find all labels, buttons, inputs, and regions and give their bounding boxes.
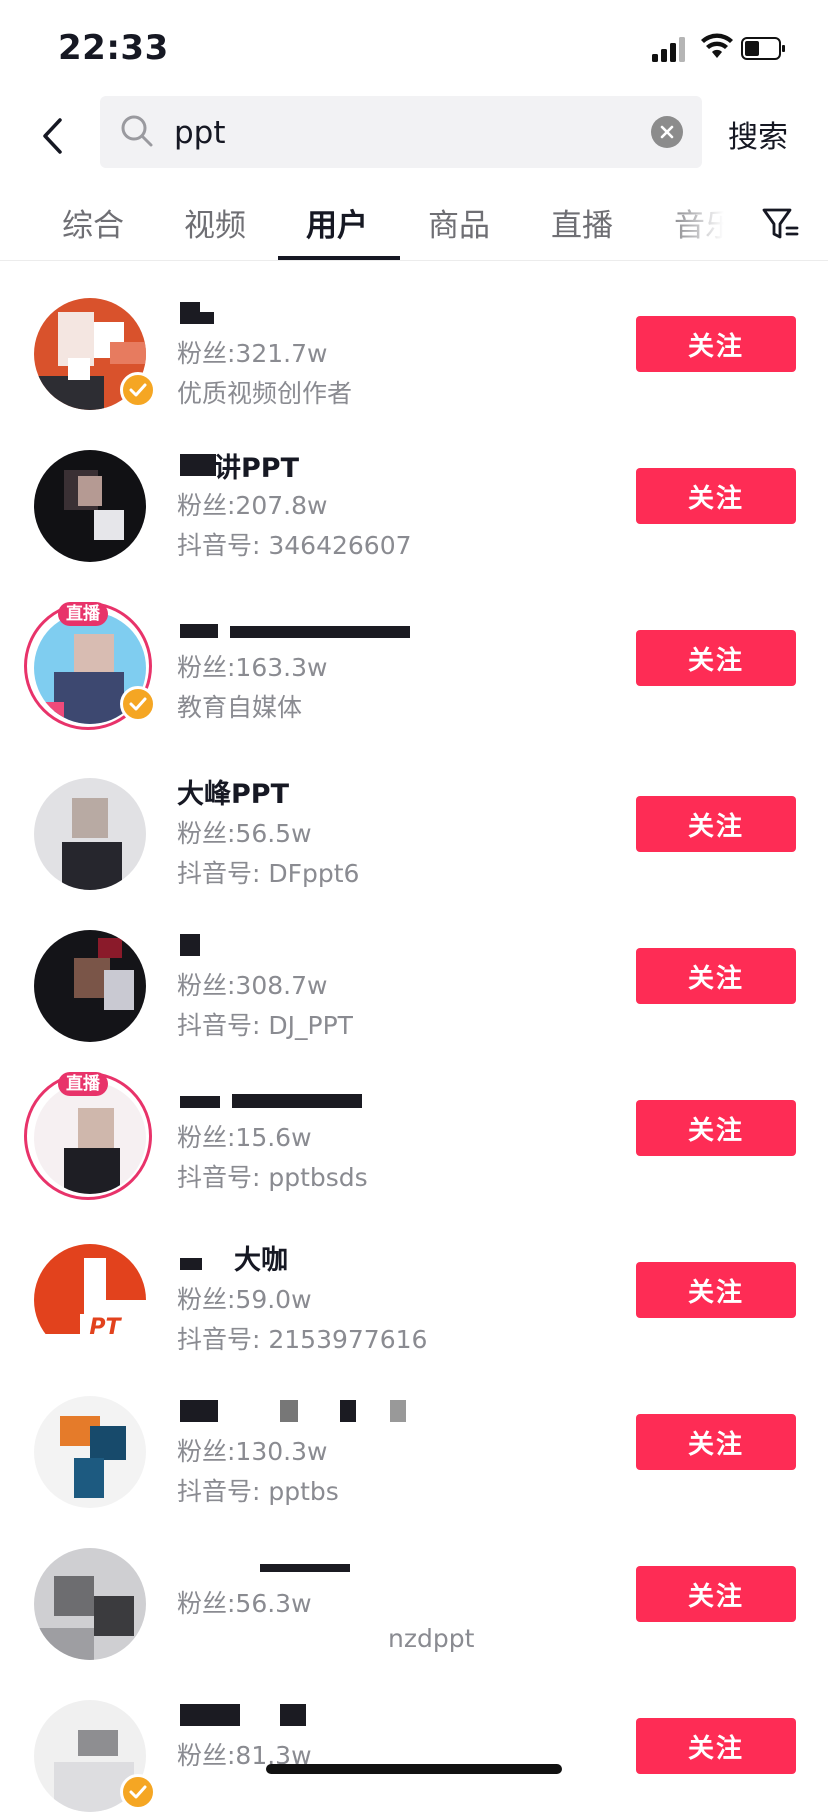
avatar[interactable] <box>34 450 146 562</box>
follow-button[interactable]: 关注 <box>636 1100 796 1156</box>
user-result-row[interactable]: 粉丝:56.3w nzdppt 关注 <box>0 1512 828 1664</box>
user-result-row[interactable]: 讲PPT 粉丝:207.8w 抖音号: 346426607 关注 <box>0 414 828 566</box>
back-button[interactable] <box>30 110 74 162</box>
tab-comprehensive[interactable]: 综合 <box>62 200 124 245</box>
fans-count: 粉丝:15.6w <box>177 1123 312 1152</box>
user-result-row[interactable]: 粉丝:130.3w 抖音号: pptbs 关注 <box>0 1360 828 1512</box>
search-row: 搜索 <box>0 96 828 178</box>
avatar[interactable] <box>34 930 146 1042</box>
clear-search-button[interactable] <box>651 116 683 148</box>
wifi-icon <box>701 33 733 58</box>
user-subinfo: 优质视频创作者 <box>177 379 353 408</box>
user-result-row[interactable]: PT 大咖 粉丝:59.0w 抖音号: 2153977616 关注 <box>0 1208 828 1360</box>
fans-count: 粉丝:56.3w <box>177 1589 312 1618</box>
nickname: 讲PPT <box>214 453 299 484</box>
follow-button[interactable]: 关注 <box>636 948 796 1004</box>
verified-badge-icon <box>120 372 156 408</box>
follow-button[interactable]: 关注 <box>636 796 796 852</box>
filter-icon[interactable] <box>760 204 800 244</box>
user-subinfo: 抖音号: 346426607 <box>177 531 412 560</box>
nickname: 大峰PPT <box>177 779 289 810</box>
search-button[interactable]: 搜索 <box>728 112 788 156</box>
avatar[interactable] <box>34 1548 146 1660</box>
follow-button[interactable]: 关注 <box>636 1262 796 1318</box>
user-subinfo: 抖音号: 2153977616 <box>177 1325 428 1354</box>
live-badge: 直播 <box>58 602 108 626</box>
user-result-row[interactable]: 大峰PPT 粉丝:56.5w 抖音号: DFppt6 关注 <box>0 742 828 894</box>
fans-count: 粉丝:130.3w <box>177 1437 328 1466</box>
fans-count: 粉丝:56.5w <box>177 819 312 848</box>
user-subinfo: nzdppt <box>388 1624 475 1653</box>
follow-button[interactable]: 关注 <box>636 630 796 686</box>
close-icon <box>660 125 674 139</box>
avatar[interactable] <box>34 778 146 890</box>
avatar[interactable] <box>34 1396 146 1508</box>
tab-fade <box>660 188 740 258</box>
live-badge: 直播 <box>58 1072 108 1096</box>
follow-button[interactable]: 关注 <box>636 1566 796 1622</box>
avatar[interactable]: PT <box>34 1244 146 1356</box>
user-result-row[interactable]: 粉丝:81.3w 关注 <box>0 1664 828 1816</box>
follow-button[interactable]: 关注 <box>636 316 796 372</box>
user-subinfo: 教育自媒体 <box>177 693 303 722</box>
user-subinfo: 抖音号: DJ_PPT <box>177 1011 353 1040</box>
battery-icon <box>741 37 785 60</box>
tab-products[interactable]: 商品 <box>428 200 490 245</box>
follow-button[interactable]: 关注 <box>636 1718 796 1774</box>
chevron-left-icon <box>43 118 62 154</box>
cellular-signal-icon <box>652 36 688 62</box>
fans-count: 粉丝:207.8w <box>177 491 328 520</box>
user-result-row[interactable]: 直播 粉丝:163.3w 教育自媒体 关注 <box>0 576 828 730</box>
user-subinfo: 抖音号: pptbsds <box>177 1163 368 1192</box>
avatar[interactable] <box>34 1082 146 1194</box>
tab-users[interactable]: 用户 <box>306 200 368 245</box>
tab-video[interactable]: 视频 <box>184 200 246 245</box>
nickname: 大咖 <box>234 1245 288 1276</box>
search-box[interactable] <box>100 96 702 168</box>
follow-button[interactable]: 关注 <box>636 468 796 524</box>
fans-count: 粉丝:163.3w <box>177 653 328 682</box>
user-subinfo: 抖音号: DFppt6 <box>177 859 360 888</box>
home-indicator <box>266 1764 562 1774</box>
tab-bar: 综合 视频 用户 商品 直播 音乐 <box>0 188 828 261</box>
user-result-row[interactable]: 粉丝:308.7w 抖音号: DJ_PPT 关注 <box>0 894 828 1046</box>
verified-badge-icon <box>120 1774 156 1810</box>
user-result-row[interactable]: 粉丝:321.7w 优质视频创作者 关注 <box>0 262 828 414</box>
status-time: 22:33 <box>58 28 169 68</box>
follow-button[interactable]: 关注 <box>636 1414 796 1470</box>
fans-count: 粉丝:321.7w <box>177 339 328 368</box>
tab-live[interactable]: 直播 <box>551 200 613 245</box>
status-bar: 22:33 <box>0 0 828 96</box>
search-icon <box>121 115 153 147</box>
fans-count: 粉丝:59.0w <box>177 1285 312 1314</box>
user-subinfo: 抖音号: pptbs <box>177 1477 339 1506</box>
active-tab-indicator <box>278 256 400 260</box>
search-input[interactable] <box>172 108 616 158</box>
user-result-row[interactable]: 直播 粉丝:15.6w 抖音号: pptbsds 关注 <box>0 1046 828 1200</box>
fans-count: 粉丝:308.7w <box>177 971 328 1000</box>
verified-badge-icon <box>120 686 156 722</box>
